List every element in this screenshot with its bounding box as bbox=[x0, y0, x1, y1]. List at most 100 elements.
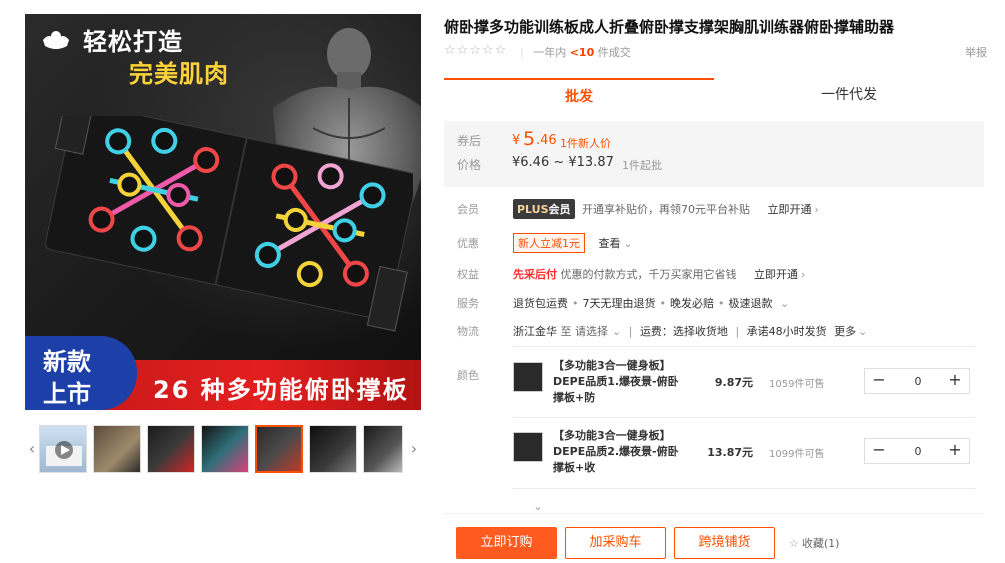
quantity-stepper: − + bbox=[864, 368, 970, 394]
thumbnail-next-arrow[interactable]: › bbox=[407, 425, 421, 473]
logistics-more-text: 更多 bbox=[834, 325, 857, 338]
service-item: 退货包运费 bbox=[513, 297, 568, 310]
quantity-input[interactable] bbox=[893, 371, 943, 391]
separator: | bbox=[628, 325, 633, 338]
service-value[interactable]: 退货包运费 • 7天无理由退货 • 晚发必赔 • 极速退款 ⌄ bbox=[513, 295, 789, 311]
separator: • bbox=[572, 297, 579, 310]
favorite-button[interactable]: ☆ 收藏(1) bbox=[789, 535, 839, 551]
plus-badge-text: PLUS bbox=[517, 203, 549, 216]
member-value: PLUS会员 开通享补贴价，再领70元平台补贴 立即开通 › bbox=[513, 199, 819, 219]
sku-stock: 1059件可售 bbox=[769, 379, 825, 390]
new-user-coupon[interactable]: 新人立减1元 bbox=[513, 233, 585, 253]
member-label: 会员 bbox=[457, 203, 479, 216]
decrease-button[interactable]: − bbox=[867, 369, 891, 393]
chevron-down-icon: ⌄ bbox=[612, 325, 622, 338]
destination-select[interactable]: 请选择 ⌄ bbox=[575, 325, 621, 338]
plus-member-badge: PLUS会员 bbox=[513, 199, 575, 219]
thumbnail-prev-arrow[interactable]: ‹ bbox=[25, 425, 39, 473]
logistics-more-link[interactable]: 更多 ⌄ bbox=[834, 325, 867, 338]
member-open-link[interactable]: 立即开通 › bbox=[768, 203, 819, 216]
quantity-stepper: − + bbox=[864, 438, 970, 464]
sku-name: 【多功能3合一健身板】DEPE品质2.爆夜景-俯卧撑板+收 bbox=[553, 429, 679, 474]
image-headline-1: 轻松打造 bbox=[83, 28, 183, 56]
star-icon: ☆ bbox=[789, 537, 799, 550]
price-range: ¥6.46 ~ ¥13.87 bbox=[512, 155, 614, 170]
rights-row: 权益 先采后付 优惠的付款方式，千万买家用它省钱 立即开通 › bbox=[457, 266, 957, 282]
main-product-image: 轻松打造 完美肌肉 26 种多功能俯卧撑板 新款 上市 bbox=[25, 14, 421, 410]
sku-divider bbox=[513, 417, 975, 418]
chevron-down-icon: ⌄ bbox=[623, 237, 633, 250]
logistics-label: 物流 bbox=[457, 325, 479, 338]
price-box: 券后 ¥ 5 .46 1件新人价 价格 ¥6.46 ~ ¥13.87 1件起批 bbox=[444, 121, 984, 187]
report-link[interactable]: 举报 bbox=[965, 44, 987, 60]
section-divider bbox=[513, 346, 975, 347]
service-label: 服务 bbox=[457, 297, 479, 310]
sku-thumbnail[interactable] bbox=[513, 362, 543, 392]
color-label: 颜色 bbox=[457, 369, 479, 382]
sales-prefix: 一年内 bbox=[533, 46, 567, 59]
coupon-price-int: 5 bbox=[523, 128, 536, 150]
thumbnail-3[interactable] bbox=[147, 425, 195, 473]
favorite-label: 收藏(1) bbox=[801, 537, 840, 550]
increase-button[interactable]: + bbox=[943, 369, 967, 393]
sales-count: <10 bbox=[569, 46, 595, 59]
sales-info: | 一年内 <10 件成交 bbox=[520, 44, 631, 60]
member-row: 会员 PLUS会员 开通享补贴价，再领70元平台补贴 立即开通 › bbox=[457, 199, 957, 219]
increase-button[interactable]: + bbox=[943, 439, 967, 463]
cross-border-button[interactable]: 跨境铺货 bbox=[674, 527, 775, 559]
sku-stock: 1099件可售 bbox=[769, 449, 825, 460]
pushup-board-graphic bbox=[44, 116, 413, 332]
min-order: 1件起批 bbox=[622, 159, 662, 172]
plus-badge-word: 会员 bbox=[548, 203, 571, 216]
sku-row: 【多功能3合一健身板】DEPE品质2.爆夜景-俯卧撑板+收 13.87元 109… bbox=[513, 428, 975, 490]
sku-row: 【多功能3合一健身板】DEPE品质1.爆夜景-俯卧撑板+防 9.87元 1059… bbox=[513, 358, 975, 420]
origin-city: 浙江金华 bbox=[513, 325, 557, 338]
chevron-right-icon: › bbox=[801, 268, 806, 281]
chevron-down-icon: ⌄ bbox=[858, 325, 868, 338]
image-headline-2: 完美肌肉 bbox=[129, 60, 229, 88]
logistics-row: 物流 浙江金华 至 请选择 ⌄ | 运费：选择收货地 | 承诺48小时发货 更多 ⌄ bbox=[457, 323, 977, 339]
coupon-currency: ¥ bbox=[512, 133, 521, 148]
discount-value: 新人立减1元 查看 ⌄ bbox=[513, 233, 633, 253]
promo-banner-text: 26 种多功能俯卧撑板 bbox=[153, 376, 409, 404]
logistics-value: 浙江金华 至 请选择 ⌄ | 运费：选择收货地 | 承诺48小时发货 更多 ⌄ bbox=[513, 323, 867, 339]
play-icon bbox=[46, 441, 82, 466]
separator: | bbox=[735, 325, 740, 338]
discount-row: 优惠 新人立减1元 查看 ⌄ bbox=[457, 233, 957, 253]
rights-label: 权益 bbox=[457, 268, 479, 281]
sku-thumbnail[interactable] bbox=[513, 432, 543, 462]
sku-price: 13.87元 bbox=[707, 446, 753, 459]
member-text: 开通享补贴价，再领70元平台补贴 bbox=[582, 203, 751, 216]
tab-wholesale[interactable]: 批发 bbox=[444, 78, 714, 112]
discount-more-text: 查看 bbox=[598, 237, 621, 250]
thumbnail-video[interactable] bbox=[39, 425, 87, 473]
rights-open-link[interactable]: 立即开通 › bbox=[754, 268, 805, 281]
decrease-button[interactable]: − bbox=[867, 439, 891, 463]
coupon-price-dec: .46 bbox=[536, 133, 557, 148]
rights-open-text: 立即开通 bbox=[754, 268, 798, 281]
sales-suffix: 件成交 bbox=[597, 46, 631, 59]
bottom-divider bbox=[444, 513, 984, 514]
discount-more-link[interactable]: 查看 ⌄ bbox=[599, 237, 633, 250]
thumbnail-2[interactable] bbox=[93, 425, 141, 473]
add-to-cart-button[interactable]: 加采购车 bbox=[565, 527, 666, 559]
order-now-button[interactable]: 立即订购 bbox=[456, 527, 557, 559]
thumbnail-4[interactable] bbox=[201, 425, 249, 473]
pay-later-highlight: 先采后付 bbox=[513, 268, 557, 281]
separator: • bbox=[659, 297, 667, 310]
price-label: 价格 bbox=[457, 158, 482, 172]
new-user-note: 1件新人价 bbox=[560, 137, 611, 150]
chevron-right-icon: › bbox=[814, 203, 819, 216]
thumbnail-7[interactable] bbox=[363, 425, 403, 473]
thumbnail-5-selected[interactable] bbox=[255, 425, 303, 473]
service-item: 晚发必赔 bbox=[670, 297, 714, 310]
separator: | bbox=[520, 46, 524, 59]
service-item: 7天无理由退货 bbox=[582, 297, 656, 310]
chevron-down-icon: ⌄ bbox=[780, 297, 790, 310]
new-arrival-badge: 新款 上市 bbox=[25, 336, 137, 410]
quantity-input[interactable] bbox=[893, 441, 943, 461]
expand-chevron-icon[interactable]: ⌄ bbox=[530, 500, 546, 513]
tab-dropship[interactable]: 一件代发 bbox=[714, 78, 984, 112]
thumbnail-6[interactable] bbox=[309, 425, 357, 473]
rating-stars: ☆☆☆☆☆ bbox=[444, 43, 508, 58]
